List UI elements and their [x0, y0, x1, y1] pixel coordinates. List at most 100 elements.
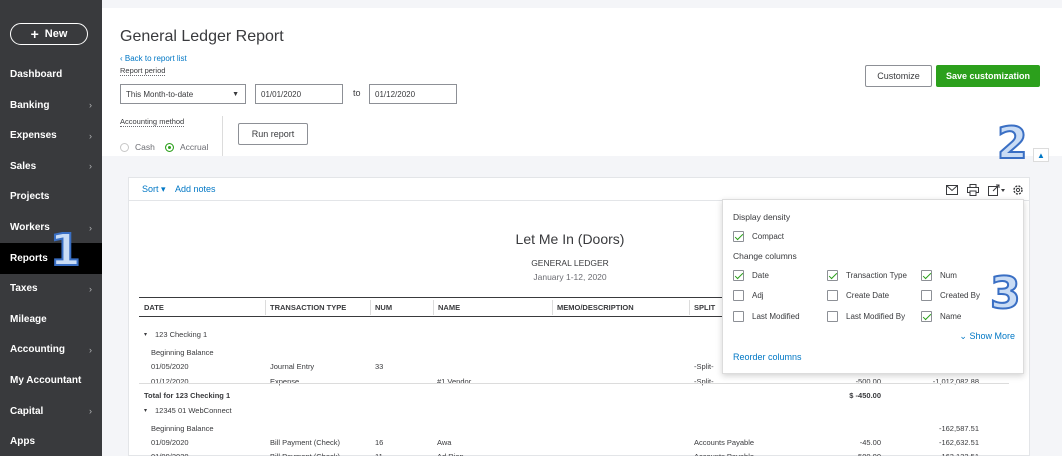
- column-divider: [370, 300, 371, 315]
- sidebar-item-sales[interactable]: Sales ›: [0, 151, 102, 182]
- cell-split: -Split-: [694, 362, 714, 371]
- caret-down-icon: ▾: [158, 184, 166, 194]
- export-icon[interactable]: [987, 183, 1007, 197]
- sidebar-item-label: Workers: [10, 222, 50, 233]
- column-checkbox-date[interactable]: Date: [733, 270, 769, 281]
- cell-num: 16: [375, 438, 384, 447]
- checkbox-checked-icon: [921, 311, 932, 322]
- table-row[interactable]: 01/09/2020 Bill Payment (Check) 11 Ad Rian A…: [129, 450, 1011, 456]
- chevron-right-icon: ›: [89, 130, 92, 141]
- cell-balance: -162,587.51: [938, 424, 979, 433]
- column-header-transaction-type[interactable]: TRANSACTION TYPE: [270, 303, 346, 312]
- column-checkbox-transaction-type[interactable]: Transaction Type: [827, 270, 907, 281]
- column-header-num[interactable]: NUM: [375, 303, 392, 312]
- reorder-columns-link[interactable]: Reorder columns: [733, 352, 802, 362]
- cell-name: #1 Vendor: [437, 377, 472, 386]
- sidebar-item-dashboard[interactable]: Dashboard: [0, 59, 102, 90]
- save-customization-button[interactable]: Save customization: [936, 65, 1040, 87]
- run-report-button[interactable]: Run report: [238, 123, 308, 145]
- cell-transaction-type: Journal Entry: [270, 362, 315, 371]
- column-checkbox-name[interactable]: Name: [921, 311, 961, 322]
- chevron-up-icon: ▲: [1037, 150, 1045, 160]
- date-to-input[interactable]: 01/12/2020: [369, 84, 457, 104]
- cell-date: Beginning Balance: [151, 348, 214, 357]
- collapse-header-button[interactable]: ▲: [1033, 148, 1049, 162]
- email-icon[interactable]: [945, 183, 959, 197]
- show-more-link[interactable]: ⌄ Show More: [959, 331, 1015, 342]
- chevron-right-icon: ›: [89, 161, 92, 172]
- sidebar-item-label: Apps: [10, 436, 35, 448]
- sidebar-item-label: Taxes: [10, 283, 38, 295]
- table-row[interactable]: 01/09/2020 Bill Payment (Check) 16 Awa Accou…: [129, 436, 1011, 450]
- cell-split: -Split-: [694, 377, 714, 386]
- sidebar-item-mileage[interactable]: Mileage: [0, 304, 102, 335]
- total-amount: $ -450.00: [849, 391, 881, 400]
- column-header-memo[interactable]: MEMO/DESCRIPTION: [557, 303, 634, 312]
- column-checkbox-create-date[interactable]: Create Date: [827, 290, 889, 301]
- table-row[interactable]: Beginning Balance -162,587.51: [129, 422, 1011, 436]
- collapse-caret-icon[interactable]: ▾: [144, 331, 147, 338]
- settings-icon[interactable]: [1011, 183, 1025, 197]
- cell-transaction-type: Bill Payment (Check): [270, 452, 340, 456]
- radio-accrual-icon: [165, 142, 174, 152]
- collapse-caret-icon[interactable]: ▾: [144, 407, 147, 414]
- cell-date: 01/09/2020: [151, 452, 189, 456]
- sidebar-item-label: Expenses: [10, 130, 57, 142]
- column-header-date[interactable]: DATE: [144, 303, 164, 312]
- sidebar-item-label: Reports: [10, 252, 48, 264]
- method-cash-radio[interactable]: Cash: [120, 142, 155, 152]
- sidebar-item-my-accountant[interactable]: My Accountant: [0, 365, 102, 396]
- accounting-method-label: Accounting method: [120, 117, 185, 127]
- add-notes-link[interactable]: Add notes: [175, 184, 216, 194]
- new-button[interactable]: + New: [10, 23, 88, 45]
- column-header-name[interactable]: NAME: [438, 303, 460, 312]
- total-label: Total for 123 Checking 1: [144, 391, 231, 400]
- cell-name: Ad Rian: [437, 452, 464, 456]
- new-button-label: New: [44, 28, 68, 40]
- sidebar-item-label: Banking: [10, 99, 50, 111]
- compact-checkbox[interactable]: Compact: [733, 231, 784, 242]
- change-columns-popup: Display density Compact Change columns D…: [722, 199, 1024, 374]
- column-checkbox-created-by[interactable]: Created By: [921, 290, 980, 301]
- cell-amount: -45.00: [859, 438, 881, 447]
- sort-button[interactable]: Sort ▾: [142, 184, 166, 195]
- column-checkbox-num[interactable]: Num: [921, 270, 957, 281]
- back-to-report-list-link[interactable]: ‹ Back to report list: [120, 54, 187, 63]
- checkbox-unchecked-icon: [733, 290, 744, 301]
- report-period-select[interactable]: This Month-to-date ▼: [120, 84, 246, 104]
- table-row[interactable]: 01/12/2020 Expense #1 Vendor -Split- -500.00…: [129, 375, 1011, 389]
- column-header-split[interactable]: SPLIT: [694, 303, 715, 312]
- sidebar-item-capital[interactable]: Capital ›: [0, 396, 102, 427]
- sidebar-item-accounting[interactable]: Accounting ›: [0, 334, 102, 365]
- sidebar-item-label: Capital: [10, 405, 44, 417]
- date-from-input[interactable]: 01/01/2020: [255, 84, 343, 104]
- checkbox-unchecked-icon: [921, 290, 932, 301]
- cell-split: Accounts Payable: [694, 452, 754, 456]
- column-checkbox-last-modified-by[interactable]: Last Modified By: [827, 311, 905, 322]
- cell-num: 11: [375, 452, 383, 456]
- sidebar-item-expenses[interactable]: Expenses ›: [0, 120, 102, 151]
- plus-icon: +: [30, 26, 39, 42]
- column-checkbox-last-modified[interactable]: Last Modified: [733, 311, 800, 322]
- cell-balance: -1,012,082.88: [932, 377, 979, 386]
- cell-date: Beginning Balance: [151, 424, 214, 433]
- column-checkbox-adj[interactable]: Adj: [733, 290, 764, 301]
- cell-transaction-type: Expense: [270, 377, 300, 386]
- chevron-right-icon: ›: [89, 100, 92, 111]
- report-period-label: Report period: [120, 66, 166, 76]
- checkbox-unchecked-icon: [827, 311, 838, 322]
- sidebar-item-banking[interactable]: Banking ›: [0, 90, 102, 121]
- column-divider: [433, 300, 434, 315]
- method-accrual-radio[interactable]: Accrual: [165, 142, 208, 152]
- customize-button[interactable]: Customize: [865, 65, 932, 87]
- account-name: 123 Checking 1: [155, 330, 208, 339]
- checkbox-unchecked-icon: [827, 290, 838, 301]
- sidebar-item-projects[interactable]: Projects: [0, 181, 102, 212]
- cell-split: Accounts Payable: [694, 438, 755, 447]
- print-icon[interactable]: [966, 183, 980, 197]
- sidebar-item-label: Projects: [10, 191, 50, 203]
- sidebar-item-taxes[interactable]: Taxes ›: [0, 273, 102, 304]
- checkbox-checked-icon: [733, 231, 744, 242]
- chevron-right-icon: ›: [89, 344, 92, 355]
- sidebar-item-apps[interactable]: Apps: [0, 426, 102, 456]
